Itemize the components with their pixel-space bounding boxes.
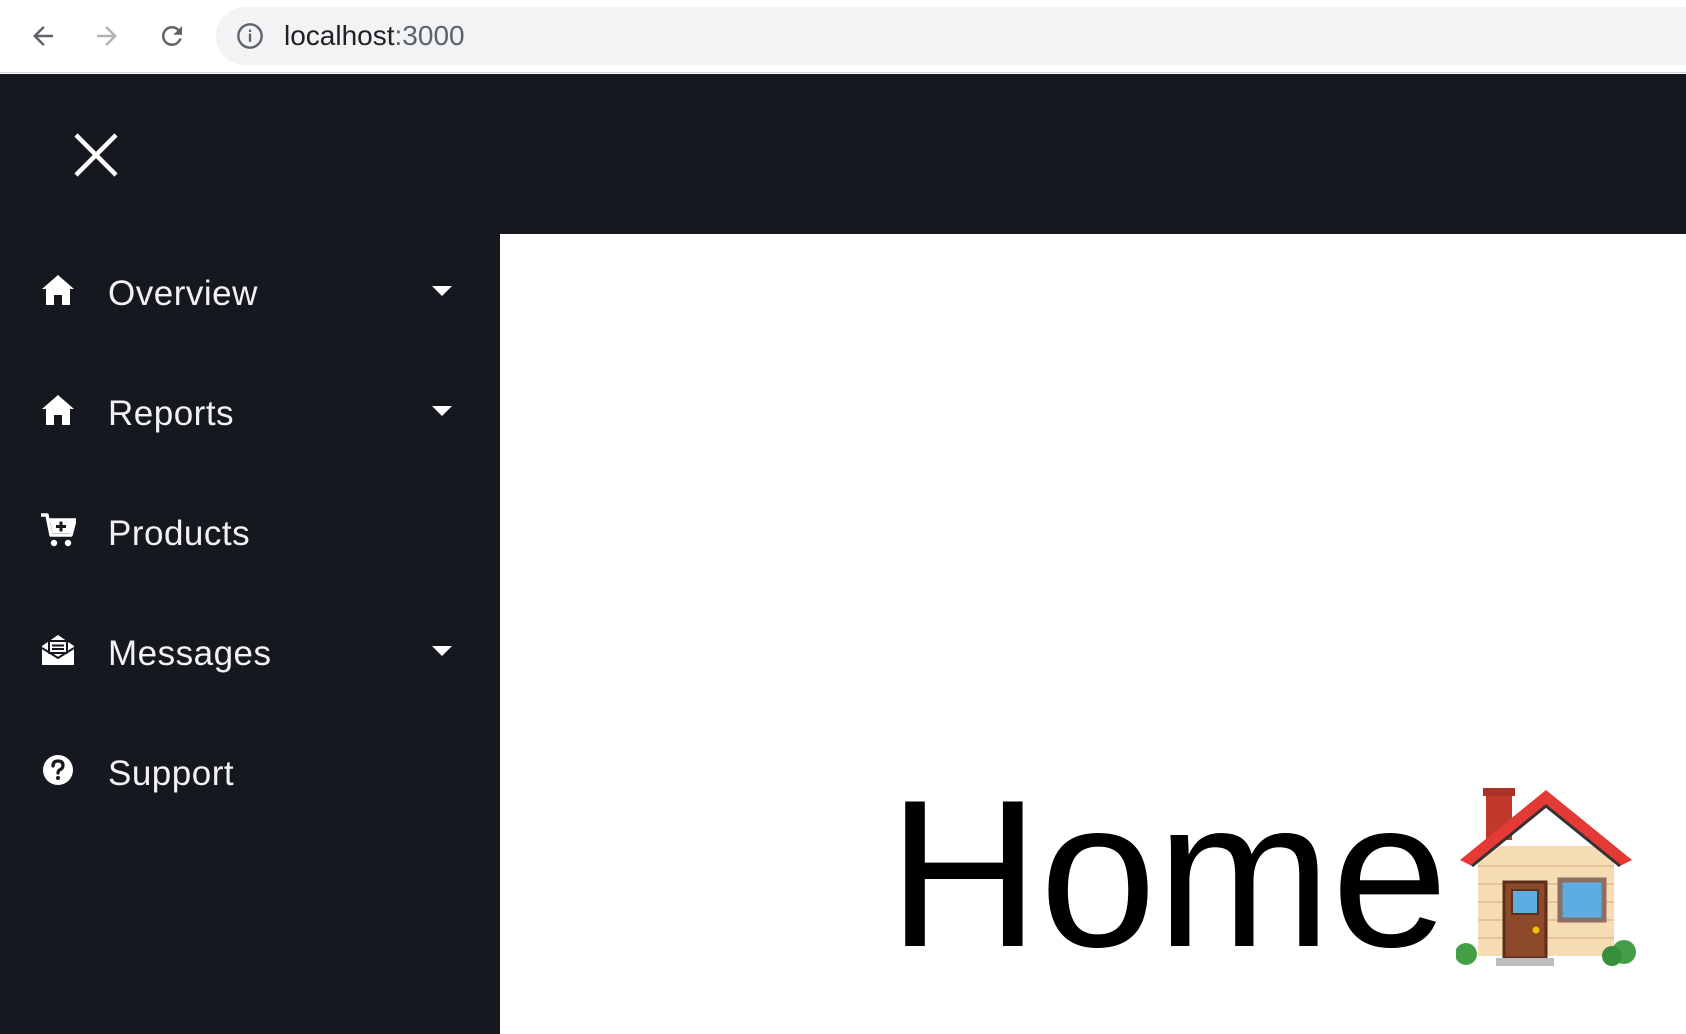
sidebar-item-products[interactable]: Products xyxy=(0,474,500,594)
home-icon xyxy=(42,395,74,425)
sidebar-item-label: Products xyxy=(108,514,251,553)
chevron-down-icon[interactable] xyxy=(432,406,452,416)
page-title: Home xyxy=(888,756,1449,991)
chevron-down-icon[interactable] xyxy=(432,646,452,656)
sidebar-item-label: Support xyxy=(108,754,235,793)
envelope-open-icon xyxy=(41,635,75,665)
chevron-down-icon[interactable] xyxy=(432,286,452,296)
home-icon xyxy=(42,275,74,305)
app-shell: Overview Reports Products Messages Suppo… xyxy=(0,74,1686,1034)
url-text[interactable]: localhost:3000 xyxy=(284,21,465,51)
sidebar-item-label: Overview xyxy=(108,274,258,313)
sidebar-item-overview[interactable]: Overview xyxy=(0,234,500,354)
address-bar[interactable]: localhost:3000 xyxy=(216,7,1686,65)
url-host: localhost xyxy=(284,20,395,51)
house-emoji-icon xyxy=(1456,788,1636,966)
close-icon[interactable] xyxy=(70,129,122,181)
cart-plus-icon xyxy=(41,513,76,547)
reload-button[interactable] xyxy=(154,18,190,54)
forward-button[interactable] xyxy=(89,18,125,54)
arrow-left-icon xyxy=(33,26,53,46)
sidebar-item-messages[interactable]: Messages xyxy=(0,594,500,714)
question-circle-icon xyxy=(43,755,73,785)
browser-toolbar: localhost:3000 xyxy=(0,0,1686,73)
url-port: :3000 xyxy=(394,20,465,51)
back-button[interactable] xyxy=(25,18,61,54)
reload-icon xyxy=(161,25,182,46)
sidebar-item-support[interactable]: Support xyxy=(0,714,500,834)
sidebar-item-label: Messages xyxy=(108,634,272,673)
info-icon[interactable] xyxy=(236,22,264,50)
sidebar: Overview Reports Products Messages Suppo… xyxy=(0,234,500,834)
main-content: Home xyxy=(500,234,1686,1034)
sidebar-item-reports[interactable]: Reports xyxy=(0,354,500,474)
sidebar-item-label: Reports xyxy=(108,394,235,433)
arrow-right-icon xyxy=(97,26,117,46)
